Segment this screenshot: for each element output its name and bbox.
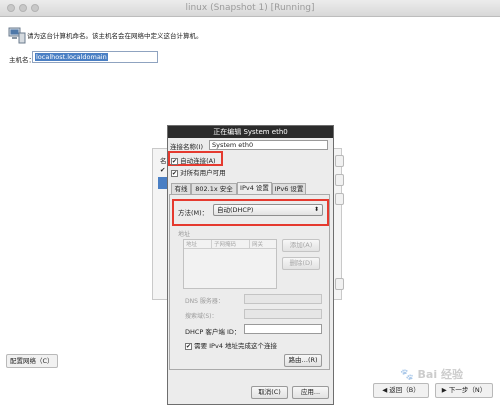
dns-label: DNS 服务器：	[185, 298, 224, 305]
connection-row-selected[interactable]	[158, 177, 167, 189]
require-ipv4-label: 需要 IPv4 地址完成这个连接	[194, 342, 278, 350]
connection-name-label: 连接名称(I)	[170, 143, 203, 151]
dialog-title: 正在编辑 System eth0	[168, 126, 333, 138]
bg-edit-button[interactable]	[335, 174, 344, 186]
auto-connect-checkbox[interactable]: ✔	[171, 157, 178, 165]
address-section-label: 地址	[178, 231, 191, 238]
add-address-button[interactable]: 添加(A)	[282, 239, 320, 252]
search-domain-label: 搜索域(S)：	[185, 313, 218, 320]
connections-list-header: 名	[160, 157, 167, 165]
delete-address-button[interactable]: 删除(D)	[282, 257, 320, 270]
hostname-value: localhost.localdomain	[35, 53, 108, 61]
select-arrows-icon: ⬍	[313, 206, 319, 213]
next-button-label: 下一步（N）	[448, 386, 487, 394]
back-button-label: 返回（B）	[389, 386, 420, 394]
dhcp-client-label: DHCP 客户端 ID：	[185, 328, 241, 336]
next-button[interactable]: ▶ 下一步（N）	[435, 383, 493, 398]
cancel-button[interactable]: 取消(C)	[251, 386, 288, 399]
bg-add-button[interactable]	[335, 155, 344, 167]
method-label: 方法(M)：	[178, 209, 209, 217]
paw-icon: 🐾	[400, 368, 414, 381]
watermark-text: Bai 经验	[417, 368, 463, 381]
dhcp-client-input[interactable]	[244, 324, 322, 334]
routes-button[interactable]: 路由…(R)	[284, 354, 322, 367]
window-title: linux (Snapshot 1) [Running]	[185, 3, 315, 13]
all-users-label: 对所有用户可用	[180, 169, 226, 177]
back-button[interactable]: ◀ 返回（B）	[373, 383, 429, 398]
configure-network-button[interactable]: 配置网络（C）	[6, 354, 58, 368]
require-ipv4-row[interactable]: ✔ 需要 IPv4 地址完成这个连接	[185, 340, 277, 350]
address-table-header: 地址 子网掩码 网关	[184, 240, 276, 249]
bg-delete-button[interactable]	[335, 193, 344, 205]
col-netmask: 子网掩码	[212, 240, 250, 248]
hostname-input[interactable]: localhost.localdomain	[32, 51, 158, 63]
address-table: 地址 子网掩码 网关	[183, 239, 277, 289]
all-users-checkbox[interactable]: ✔	[171, 169, 178, 177]
next-arrow-icon: ▶	[441, 386, 447, 394]
computer-icon	[8, 27, 26, 44]
col-address: 地址	[184, 240, 212, 248]
col-gateway: 网关	[252, 242, 264, 248]
search-domain-input[interactable]	[244, 309, 322, 319]
method-select[interactable]: 自动(DHCP) ⬍	[213, 204, 323, 216]
auto-connect-row[interactable]: ✔ 自动连接(A)	[171, 155, 216, 165]
hostname-prompt: 请为这台计算机命名。该主机名会在网络中定义这台计算机。	[27, 32, 203, 40]
connection-name-input[interactable]: System eth0	[209, 140, 328, 150]
connection-expander[interactable]: ✔	[160, 166, 165, 174]
bg-close-button[interactable]	[335, 278, 344, 290]
method-value: 自动(DHCP)	[217, 206, 254, 214]
back-arrow-icon: ◀	[382, 386, 388, 394]
window-title-bar: linux (Snapshot 1) [Running]	[0, 0, 500, 17]
apply-button[interactable]: 应用...	[292, 386, 329, 399]
require-ipv4-checkbox[interactable]: ✔	[185, 342, 192, 350]
all-users-row[interactable]: ✔ 对所有用户可用	[171, 167, 226, 177]
auto-connect-label: 自动连接(A)	[180, 157, 216, 165]
dns-input[interactable]	[244, 294, 322, 304]
watermark: 🐾 Bai 经验	[400, 366, 463, 382]
